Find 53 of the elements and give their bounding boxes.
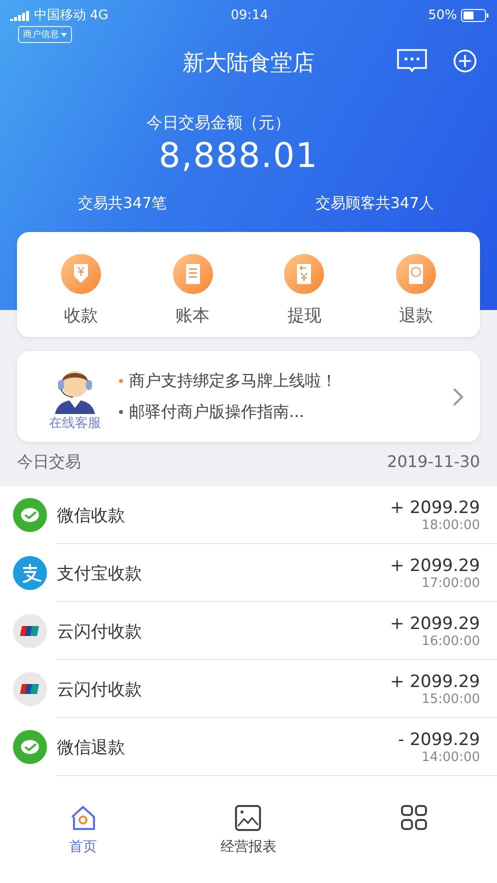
- transaction-amount: + 2099.29: [390, 556, 480, 576]
- transaction-amount: - 2099.29: [398, 730, 480, 750]
- transaction-amount: + 2099.29: [390, 498, 480, 518]
- transaction-name: 云闪付收款: [57, 620, 143, 642]
- message-icon[interactable]: [397, 49, 427, 73]
- battery-percent: 50%: [428, 8, 457, 22]
- transaction-name: 微信退款: [57, 736, 126, 758]
- alipay-logo-icon: [13, 556, 47, 590]
- action-button[interactable]: 收款: [25, 254, 137, 327]
- action-button[interactable]: 提现: [248, 254, 360, 327]
- add-icon[interactable]: [453, 49, 477, 73]
- online-support-label: 在线客服: [49, 414, 101, 432]
- transaction-amount: + 2099.29: [390, 614, 480, 634]
- unionpay-logo-icon: [13, 672, 47, 706]
- battery-icon: [461, 8, 489, 22]
- grid-icon: [400, 804, 428, 832]
- transaction-time: 16:00:00: [422, 634, 480, 648]
- tab-item[interactable]: 经营报表: [166, 804, 332, 856]
- transaction-name: 支付宝收款: [57, 562, 143, 584]
- chat-bubble-icon: [13, 730, 47, 764]
- image-icon: [234, 804, 262, 832]
- section-date: 2019-11-30: [387, 452, 480, 473]
- transaction-count: 交易共347笔: [78, 194, 167, 213]
- chevron-right-icon: [452, 386, 464, 406]
- clock: 09:14: [230, 8, 268, 22]
- carrier-name: 中国移动: [34, 7, 86, 24]
- notice-text: 商户支持绑定多马牌上线啦！: [119, 370, 436, 392]
- unionpay-logo-icon: [13, 614, 47, 648]
- caret-icon: [61, 32, 67, 36]
- yuan-document-icon: [284, 254, 324, 294]
- transaction-time: 15:00:00: [422, 692, 480, 706]
- document-icon: [172, 254, 213, 294]
- transaction-amount: + 2099.29: [390, 672, 480, 692]
- action-button[interactable]: 账本: [136, 254, 248, 327]
- transaction-name: 微信收款: [57, 504, 126, 526]
- notice-text: 邮驿付商户版操作指南...: [119, 402, 436, 422]
- chat-bubble-icon: [13, 498, 47, 532]
- action-button[interactable]: 退款: [360, 254, 472, 327]
- tab-item[interactable]: 首页: [0, 804, 166, 856]
- home-icon: [68, 804, 97, 832]
- section-title: 今日交易: [17, 452, 81, 473]
- network-type: 4G: [90, 8, 108, 22]
- store-title: 新大陆食堂店: [182, 50, 314, 78]
- transaction-time: 14:00:00: [422, 750, 480, 764]
- signal-icon: [10, 9, 30, 21]
- transaction-name: 云闪付收款: [57, 678, 143, 700]
- today-amount: 8,888.01: [158, 136, 320, 176]
- transaction-time: 17:00:00: [422, 576, 480, 590]
- coin-document-icon: [396, 254, 436, 294]
- transaction-time: 18:00:00: [422, 518, 480, 532]
- customer-count: 交易顾客共347人: [315, 194, 434, 213]
- notice-card[interactable]: 在线客服 商户支持绑定多马牌上线啦！ 邮驿付商户版操作指南...: [17, 351, 480, 442]
- amount-label: 今日交易金额（元）: [146, 113, 292, 134]
